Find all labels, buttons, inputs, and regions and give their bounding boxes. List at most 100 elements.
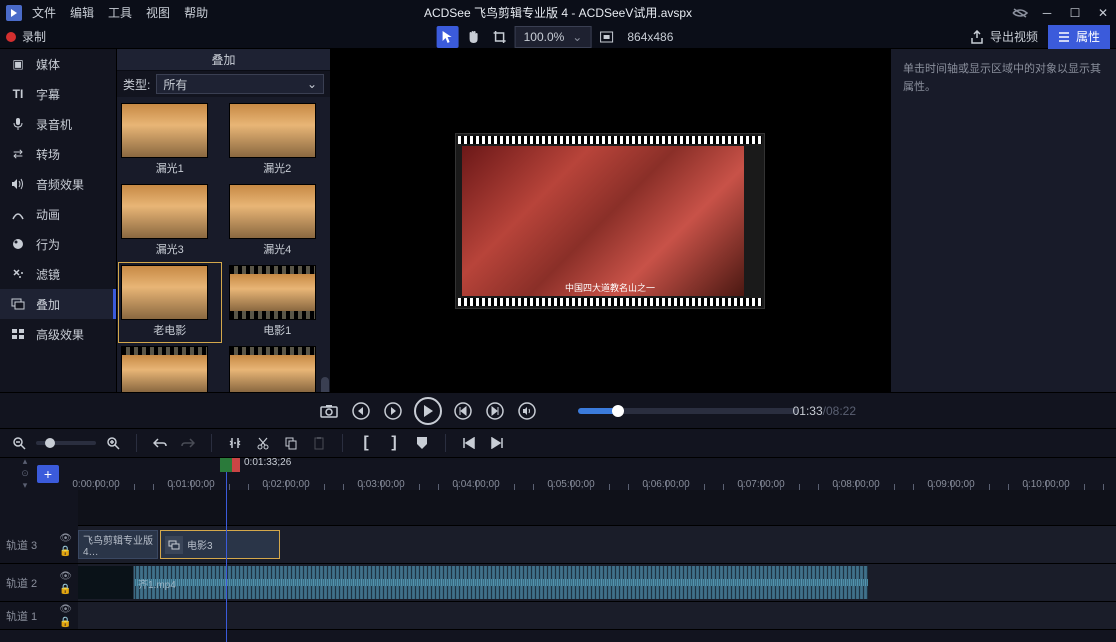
visibility-icon[interactable]: 👁 xyxy=(59,604,72,615)
effect-item[interactable]: 电影1 xyxy=(227,263,329,342)
goto-start-button[interactable] xyxy=(458,432,480,454)
filter-icon xyxy=(10,266,26,282)
sidebar-item-audiofx[interactable]: 音频效果 xyxy=(0,169,116,199)
expand-up-icon[interactable]: ▴ xyxy=(19,456,31,468)
prev-button[interactable] xyxy=(452,400,474,422)
visibility-icon[interactable]: 👁 xyxy=(59,571,72,582)
track-header[interactable]: 轨道 1 👁🔒 xyxy=(0,602,78,629)
mark-in-button[interactable]: [ xyxy=(355,432,377,454)
effects-grid: 漏光1 漏光2 漏光3 漏光4 老电影 电影1 电影2 电影3 xyxy=(117,97,330,392)
track-row: 轨道 2 👁 🔒 齐1.mp4 xyxy=(0,564,1116,602)
effect-item[interactable]: 电影3 xyxy=(227,344,329,392)
track-spacer xyxy=(78,490,1116,526)
sidebar-item-behavior[interactable]: 行为 xyxy=(0,229,116,259)
step-back-button[interactable] xyxy=(350,400,372,422)
redo-button[interactable] xyxy=(177,432,199,454)
track-body[interactable] xyxy=(78,602,1116,629)
maximize-button[interactable]: ☐ xyxy=(1068,6,1082,20)
next-button[interactable] xyxy=(484,400,506,422)
properties-button[interactable]: 属性 xyxy=(1048,24,1110,49)
cut-button[interactable] xyxy=(252,432,274,454)
scrollbar-thumb[interactable] xyxy=(321,377,329,392)
snapshot-button[interactable] xyxy=(318,400,340,422)
effect-label: 漏光2 xyxy=(229,158,327,180)
track-body[interactable]: 飞鸟剪辑专业版4… 电影3 xyxy=(78,526,1116,563)
lock-icon[interactable]: 🔒 xyxy=(59,546,72,557)
menu-file[interactable]: 文件 xyxy=(32,4,56,21)
sidebar-item-recorder[interactable]: 录音机 xyxy=(0,109,116,139)
type-select[interactable]: 所有⌄ xyxy=(156,74,324,94)
effect-thumb xyxy=(121,265,208,320)
zoom-fit-icon[interactable]: ⊙ xyxy=(19,468,31,480)
zoom-in-button[interactable] xyxy=(102,432,124,454)
transition-icon: ⇄ xyxy=(10,146,26,162)
effect-label: 漏光3 xyxy=(121,239,219,261)
timeline-zoom-slider[interactable] xyxy=(36,441,96,445)
timeline-ruler[interactable]: 0:01:33;26 0:00:00;000:01:00;000:02:00;0… xyxy=(78,458,1116,490)
timeline-header: ▴ ⊙ ▾ + 0:01:33;26 0:00:00;000:01:00;000… xyxy=(0,458,1116,490)
audio-icon xyxy=(10,176,26,192)
timeline-clip[interactable]: 齐1.mp4 xyxy=(78,566,868,599)
visibility-icon[interactable] xyxy=(1012,7,1026,19)
lock-icon[interactable]: 🔒 xyxy=(59,617,72,628)
track-header[interactable]: 轨道 2 👁 🔒 xyxy=(0,564,78,601)
timeline-clip[interactable]: 飞鸟剪辑专业版4… xyxy=(78,530,158,559)
preview-area[interactable]: 中国四大道教名山之一 xyxy=(330,49,890,392)
volume-slider[interactable] xyxy=(578,408,798,414)
sidebar-item-media[interactable]: ▣媒体 xyxy=(0,49,116,79)
play-button[interactable] xyxy=(414,397,442,425)
zoom-out-button[interactable] xyxy=(8,432,30,454)
sidebar-item-filter[interactable]: 滤镜 xyxy=(0,259,116,289)
split-button[interactable] xyxy=(224,432,246,454)
animation-icon xyxy=(10,206,26,222)
sidebar-item-subtitle[interactable]: TI字幕 xyxy=(0,79,116,109)
visibility-icon[interactable]: 👁 xyxy=(59,533,72,544)
step-forward-button[interactable] xyxy=(382,400,404,422)
pointer-tool[interactable] xyxy=(437,26,459,48)
hand-tool[interactable] xyxy=(463,26,485,48)
title-bar: 文件 编辑 工具 视图 帮助 ACDSee 飞鸟剪辑专业版 4 - ACDSee… xyxy=(0,0,1116,25)
sidebar-item-animation[interactable]: 动画 xyxy=(0,199,116,229)
menu-help[interactable]: 帮助 xyxy=(184,4,208,21)
track-name: 轨道 2 xyxy=(6,575,37,591)
add-track-button[interactable]: + xyxy=(37,465,59,483)
edit-toolbar: [ ] xyxy=(0,428,1116,458)
marker-button[interactable] xyxy=(411,432,433,454)
copy-button[interactable] xyxy=(280,432,302,454)
lock-icon[interactable]: 🔒 xyxy=(59,584,72,595)
effect-item[interactable]: 老电影 xyxy=(119,263,221,342)
expand-down-icon[interactable]: ▾ xyxy=(19,480,31,492)
undo-button[interactable] xyxy=(149,432,171,454)
type-label: 类型: xyxy=(123,76,150,93)
goto-end-button[interactable] xyxy=(486,432,508,454)
sidebar-item-advfx[interactable]: 高级效果 xyxy=(0,319,116,349)
effect-item[interactable]: 漏光3 xyxy=(119,182,221,261)
mark-out-button[interactable]: ] xyxy=(383,432,405,454)
sidebar-item-overlay[interactable]: 叠加 xyxy=(0,289,116,319)
timeline-clip[interactable]: 电影3 xyxy=(160,530,280,559)
track-body[interactable]: 齐1.mp4 xyxy=(78,564,1116,601)
track-row: 轨道 3 👁🔒 飞鸟剪辑专业版4… 电影3 xyxy=(0,526,1116,564)
record-label[interactable]: 录制 xyxy=(22,28,46,45)
fit-screen-icon[interactable] xyxy=(595,26,617,48)
effects-tab[interactable]: 叠加 xyxy=(117,49,330,71)
effect-item[interactable]: 漏光2 xyxy=(227,101,329,180)
track-header[interactable]: 轨道 3 👁🔒 xyxy=(0,526,78,563)
preview-caption: 中国四大道教名山之一 xyxy=(456,281,764,294)
menu-tools[interactable]: 工具 xyxy=(108,4,132,21)
volume-button[interactable] xyxy=(516,400,538,422)
crop-tool[interactable] xyxy=(489,26,511,48)
minimize-button[interactable]: ─ xyxy=(1040,6,1054,20)
effect-item[interactable]: 电影2 xyxy=(119,344,221,392)
export-button[interactable]: 导出视频 xyxy=(970,28,1038,45)
menu-edit[interactable]: 编辑 xyxy=(70,4,94,21)
zoom-level[interactable]: 100.0%⌄ xyxy=(515,26,592,48)
sidebar: ▣媒体 TI字幕 录音机 ⇄转场 音频效果 动画 行为 滤镜 叠加 高级效果 xyxy=(0,49,117,392)
paste-button[interactable] xyxy=(308,432,330,454)
effect-item[interactable]: 漏光1 xyxy=(119,101,221,180)
close-button[interactable]: ✕ xyxy=(1096,6,1110,20)
effect-item[interactable]: 漏光4 xyxy=(227,182,329,261)
menu-view[interactable]: 视图 xyxy=(146,4,170,21)
advfx-icon xyxy=(10,326,26,342)
sidebar-item-transition[interactable]: ⇄转场 xyxy=(0,139,116,169)
